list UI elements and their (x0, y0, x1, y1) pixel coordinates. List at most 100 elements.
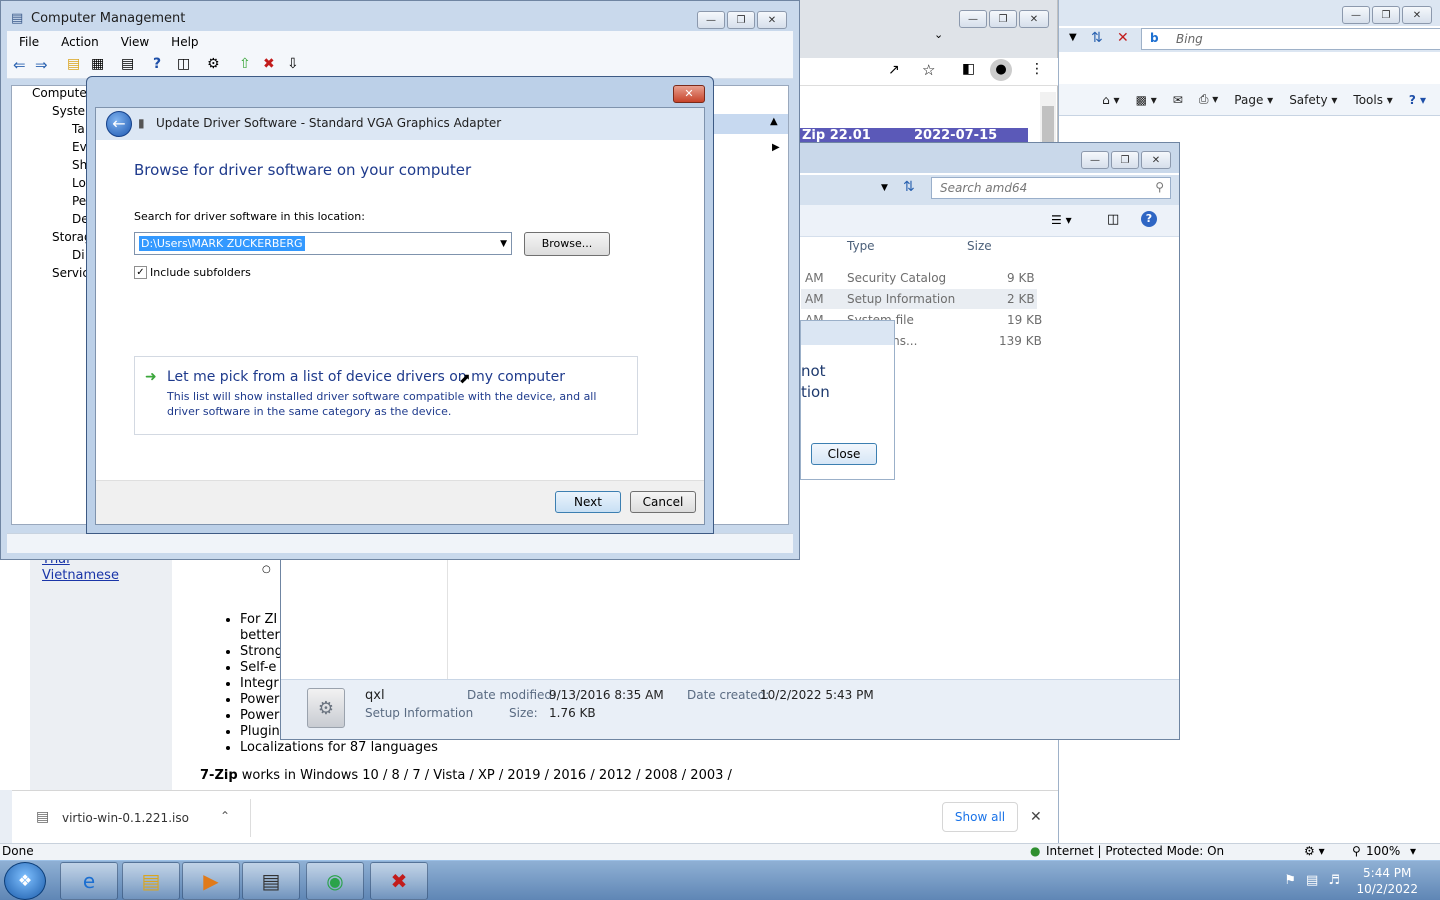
tree-item[interactable]: Storag (12, 230, 88, 248)
minimize-icon[interactable]: — (1342, 6, 1370, 24)
menu-help[interactable]: Help (171, 35, 198, 53)
location-combobox[interactable]: D:\Users\MARK ZUCKERBERG ▼ (134, 232, 512, 255)
close-icon[interactable]: ✕ (1141, 151, 1171, 169)
column-size[interactable]: Size (967, 239, 992, 253)
close-icon[interactable]: ✕ (1019, 10, 1049, 28)
flag-icon[interactable]: ⚑ (1284, 873, 1296, 888)
next-button[interactable]: Next (555, 491, 621, 513)
folder-up-icon[interactable]: ▤ (67, 56, 80, 72)
menu-view[interactable]: View (121, 35, 149, 53)
minimize-icon[interactable]: — (697, 11, 725, 29)
update-driver-icon[interactable]: ⇧ (239, 56, 251, 72)
chevron-down-icon[interactable]: ⌄ (934, 28, 943, 41)
dropdown-icon[interactable]: ▼ (881, 183, 888, 193)
mail-icon[interactable]: ✉ (1173, 93, 1183, 107)
print-icon[interactable]: ⎙ ▾ (1199, 92, 1218, 107)
tree-item[interactable]: Compute (12, 86, 88, 104)
zoom-level[interactable]: 100% (1366, 844, 1400, 858)
restore-icon[interactable]: ❐ (1111, 151, 1139, 169)
help-icon[interactable]: ? (153, 56, 161, 72)
column-type[interactable]: Type (847, 239, 875, 253)
chevron-down-icon[interactable]: ▼ (500, 239, 507, 249)
restore-icon[interactable]: ❐ (727, 11, 755, 29)
share-icon[interactable]: ↗ (888, 62, 900, 78)
network-icon[interactable]: ▤ (1306, 873, 1318, 888)
views-icon[interactable]: ☰ ▾ (1051, 213, 1072, 227)
feeds-icon[interactable]: ▩ ▾ (1136, 93, 1157, 107)
collapse-icon[interactable]: ▲ (770, 116, 778, 127)
tree-item[interactable]: Ta (12, 122, 88, 140)
forward-arrow-icon[interactable]: ⇒ (35, 56, 48, 74)
back-arrow-icon[interactable]: ⇐ (13, 56, 26, 74)
preview-pane-icon[interactable]: ◫ (1107, 212, 1119, 227)
checkmark-icon[interactable]: ✓ (134, 266, 147, 279)
tree-item[interactable]: Servic (12, 266, 88, 284)
stop-icon[interactable]: ✕ (1117, 30, 1129, 46)
browse-button[interactable]: Browse... (524, 232, 610, 256)
ie-taskbar-icon[interactable]: e (60, 862, 118, 900)
tree-item[interactable]: Ev (12, 140, 88, 158)
home-icon[interactable]: ⌂ ▾ (1102, 93, 1119, 107)
start-button[interactable]: ❖ (4, 862, 46, 900)
download-item[interactable]: virtio-win-0.1.221.iso (62, 811, 189, 825)
menu-action[interactable]: Action (61, 35, 99, 53)
computer-management-taskbar-icon[interactable]: ▤ (242, 862, 300, 900)
close-icon[interactable]: ✕ (673, 85, 705, 103)
tree-item[interactable]: Sh (12, 158, 88, 176)
show-all-button[interactable]: Show all (942, 802, 1018, 832)
refresh-icon[interactable]: ⇅ (1091, 30, 1103, 46)
clock[interactable]: 5:44 PM 10/2/2022 (1356, 865, 1418, 897)
tree-item[interactable]: De (12, 212, 88, 230)
tree-item[interactable]: Di (12, 248, 88, 266)
close-icon[interactable]: ✕ (1402, 6, 1432, 24)
explorer-search-input[interactable]: Search amd64 ⚲ (931, 177, 1171, 199)
chrome-taskbar-icon[interactable]: ◉ (306, 862, 364, 900)
chevron-up-icon[interactable]: ⌃ (220, 809, 230, 823)
menu-file[interactable]: File (19, 35, 39, 53)
close-icon[interactable]: ✕ (757, 11, 787, 29)
close-button[interactable]: Close (811, 443, 877, 465)
back-arrow-icon[interactable]: ← (106, 111, 132, 137)
include-subfolders-checkbox[interactable]: ✓ Include subfolders (134, 266, 251, 279)
enable-device-icon[interactable]: ⇩ (287, 56, 299, 72)
tools-menu[interactable]: Tools ▾ (1353, 93, 1392, 107)
safety-menu[interactable]: Safety ▾ (1289, 93, 1337, 107)
tree-item[interactable]: Pe (12, 194, 88, 212)
restore-icon[interactable]: ❐ (1372, 6, 1400, 24)
row-size: 2 KB (1007, 292, 1035, 306)
close-icon[interactable]: ✕ (1030, 809, 1042, 825)
pick-from-list-link[interactable]: ➜ Let me pick from a list of device driv… (134, 356, 638, 435)
media-player-taskbar-icon[interactable]: ▶ (182, 862, 240, 900)
dropdown-icon[interactable]: ▼ (1069, 32, 1077, 43)
restore-icon[interactable]: ❐ (989, 10, 1017, 28)
properties-icon[interactable]: ▤ (121, 56, 134, 72)
expand-icon[interactable]: ▶ (772, 142, 780, 153)
error-taskbar-icon[interactable]: ✖ (370, 862, 428, 900)
link-vietnamese[interactable]: Vietnamese (42, 568, 119, 583)
menu-kebab-icon[interactable]: ⋮ (1030, 61, 1044, 77)
volume-icon[interactable]: ♬ (1328, 873, 1340, 888)
ie-search-input[interactable]: Bing b ⚲ (1141, 28, 1440, 50)
page-menu[interactable]: Page ▾ (1234, 93, 1273, 107)
tree-item[interactable]: Syste (12, 104, 88, 122)
pick-title[interactable]: Let me pick from a list of device driver… (167, 369, 565, 385)
minimize-icon[interactable]: — (959, 10, 987, 28)
sidepanel-icon[interactable]: ◧ (962, 61, 975, 77)
pick-description: This list will show installed driver sof… (167, 390, 597, 418)
help-icon[interactable]: ? (1141, 211, 1157, 227)
cancel-button[interactable]: Cancel (630, 491, 696, 513)
uninstall-icon[interactable]: ✖ (263, 56, 275, 72)
explorer-taskbar-icon[interactable]: ▤ (122, 862, 180, 900)
action-pane-icon[interactable]: ◫ (177, 56, 190, 72)
scan-hardware-icon[interactable]: ⚙ (207, 56, 220, 72)
profile-icon[interactable]: ● (990, 59, 1012, 81)
console-tree-icon[interactable]: ▦ (91, 56, 104, 72)
refresh-icon[interactable]: ⇅ (903, 179, 915, 195)
protected-mode-icon[interactable]: ⚙ ▾ (1304, 844, 1325, 858)
search-icon[interactable]: ⚲ (1155, 180, 1164, 194)
chevron-down-icon[interactable]: ▾ (1410, 844, 1416, 858)
minimize-icon[interactable]: — (1081, 151, 1109, 169)
tree-item[interactable]: Lo (12, 176, 88, 194)
star-icon[interactable]: ☆ (922, 61, 935, 79)
help-icon[interactable]: ? ▾ (1409, 93, 1426, 107)
